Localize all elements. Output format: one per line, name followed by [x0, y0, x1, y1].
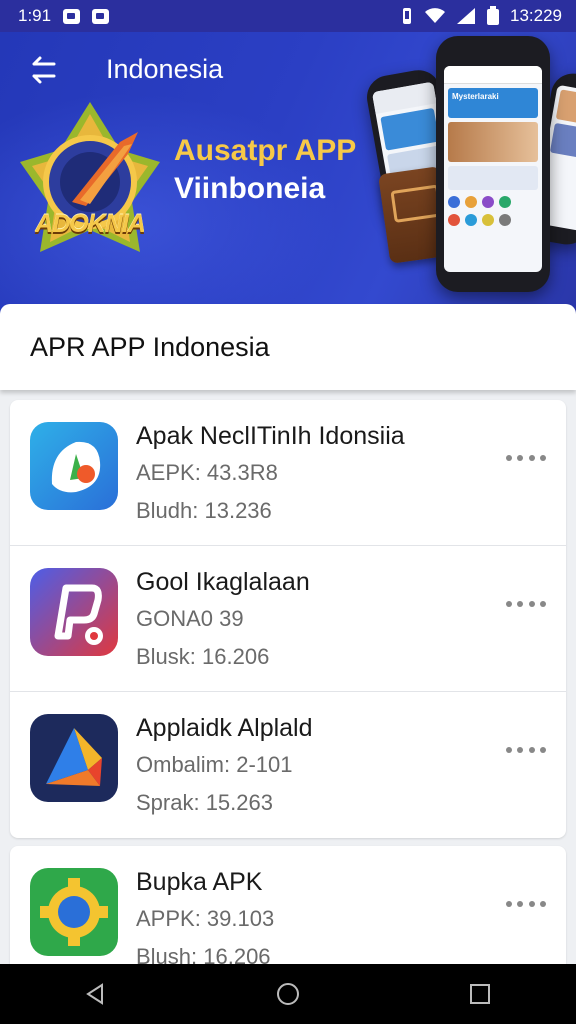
- more-options-button[interactable]: [506, 448, 546, 468]
- triangle-back-icon: [86, 983, 103, 1005]
- logo-emblem-icon: [20, 102, 160, 252]
- app-name: Apak NeclITinIh Idonsiia: [136, 422, 405, 450]
- status-time-right: 13:229: [510, 6, 562, 25]
- status-time-left: 1:91: [18, 6, 52, 25]
- more-options-button[interactable]: [506, 894, 546, 914]
- wifi-icon: [425, 8, 445, 23]
- section-header: APR APP Indonesia: [0, 304, 576, 390]
- app-name: Bupka APK: [136, 868, 263, 896]
- banner-subheading: Viinboneia: [174, 172, 326, 205]
- app-meta-primary: GONA0 39: [136, 606, 244, 631]
- square-recents-icon: [470, 984, 490, 1004]
- header-banner: Indonesia ADOKNIA Ausatpr APP Viinboneia: [0, 32, 576, 320]
- back-arrow-icon: [32, 56, 56, 84]
- phone-screen-label: Mysterlaraki: [452, 92, 499, 101]
- phone-front: Mysterlaraki: [436, 36, 550, 292]
- more-options-button[interactable]: [506, 594, 546, 614]
- list-item[interactable]: Applaidk Alplald Ombalim: 2-101 Sprak: 1…: [10, 692, 566, 838]
- notification-icon: [63, 8, 81, 24]
- app-name: Applaidk Alplald: [136, 714, 313, 742]
- message-icon: [92, 8, 110, 24]
- list-item[interactable]: Gool Ikaglalaan GONA0 39 Blusk: 16.206: [10, 546, 566, 692]
- section-title: APR APP Indonesia: [30, 331, 270, 362]
- status-right: 13:229: [400, 6, 562, 26]
- list-item[interactable]: Apak NeclITinIh Idonsiia AEPK: 43.3R8 Bl…: [10, 400, 566, 546]
- battery-icon: [487, 6, 499, 25]
- app-meta-primary: Ombalim: 2-101: [136, 752, 293, 777]
- logo-text: ADOKNIA: [35, 210, 146, 238]
- vibrate-icon: [403, 8, 411, 24]
- more-options-button[interactable]: [506, 740, 546, 760]
- app-icon-green-leaf: [30, 422, 118, 510]
- app-meta-secondary: Sprak: 15.263: [136, 790, 273, 815]
- system-nav-bar: [0, 964, 576, 1024]
- back-button[interactable]: [26, 54, 62, 86]
- app-list: Apak NeclITinIh Idonsiia AEPK: 43.3R8 Bl…: [10, 400, 566, 992]
- app-meta-primary: APPK: 39.103: [136, 906, 275, 931]
- status-bar: 1:91 13:229: [0, 0, 576, 32]
- nav-home-button[interactable]: [268, 974, 308, 1014]
- app-meta-secondary: Bludh: 13.236: [136, 498, 272, 523]
- app-name: Gool Ikaglalaan: [136, 568, 310, 596]
- signal-icon: [457, 8, 475, 24]
- nav-back-button[interactable]: [76, 974, 116, 1014]
- status-left: 1:91: [18, 6, 110, 26]
- app-icon-p-logo: [30, 568, 118, 656]
- banner-heading: Ausatpr APP: [174, 134, 357, 167]
- circle-home-icon: [277, 983, 299, 1005]
- brand-logo: ADOKNIA: [20, 102, 160, 272]
- app-icon-gear: [30, 868, 118, 956]
- nav-recents-button[interactable]: [460, 974, 500, 1014]
- phones-illustration: Mysterlaraki: [363, 32, 576, 320]
- app-icon-folded-paper: [30, 714, 118, 802]
- toolbar-title: Indonesia: [106, 54, 224, 84]
- app-meta-secondary: Blusk: 16.206: [136, 644, 270, 669]
- app-list-card: Apak NeclITinIh Idonsiia AEPK: 43.3R8 Bl…: [10, 400, 566, 838]
- app-meta-primary: AEPK: 43.3R8: [136, 460, 278, 485]
